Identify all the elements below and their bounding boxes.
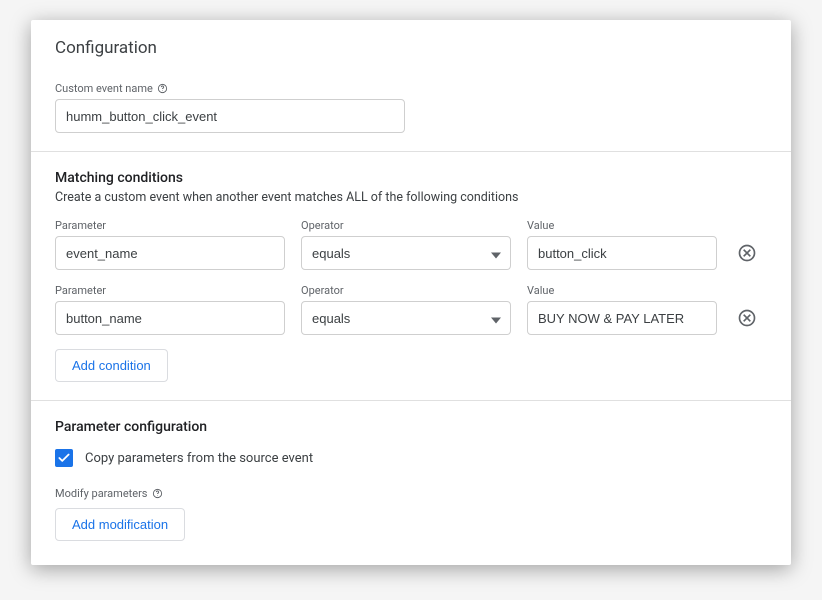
value-input[interactable] [527,301,717,335]
parameter-input[interactable] [55,301,285,335]
remove-condition-button[interactable] [735,241,759,265]
value-label: Value [527,284,717,297]
copy-parameters-row: Copy parameters from the source event [55,449,767,467]
parameter-input[interactable] [55,236,285,270]
remove-condition-button[interactable] [735,306,759,330]
value-input[interactable] [527,236,717,270]
configuration-panel: Configuration Custom event name Matching… [31,20,791,565]
operator-select[interactable] [301,301,511,335]
custom-event-name-label: Custom event name [55,82,405,95]
param-config-heading: Parameter configuration [55,419,767,435]
matching-heading: Matching conditions [55,170,767,186]
modify-parameters-label: Modify parameters [55,487,767,500]
condition-row: Parameter Operator Value [55,284,767,335]
parameter-label: Parameter [55,284,285,297]
divider [31,151,791,152]
parameter-label: Parameter [55,219,285,232]
matching-sub: Create a custom event when another event… [55,190,767,205]
divider [31,400,791,401]
copy-parameters-checkbox[interactable] [55,449,73,467]
help-icon[interactable] [157,83,168,94]
add-modification-button[interactable]: Add modification [55,508,185,541]
custom-event-name-field: Custom event name [55,82,405,133]
add-condition-button[interactable]: Add condition [55,349,168,382]
operator-label: Operator [301,219,511,232]
custom-event-name-input[interactable] [55,99,405,133]
operator-label: Operator [301,284,511,297]
copy-parameters-label: Copy parameters from the source event [85,451,313,466]
help-icon[interactable] [152,488,163,499]
value-label: Value [527,219,717,232]
condition-row: Parameter Operator Value [55,219,767,270]
page-title: Configuration [55,38,767,58]
operator-select[interactable] [301,236,511,270]
